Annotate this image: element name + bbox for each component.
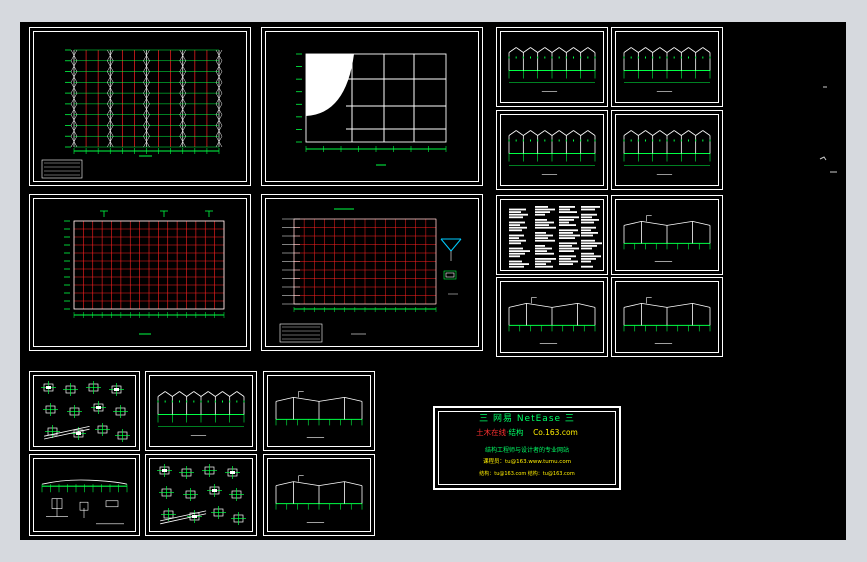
sheet-details-1[interactable]	[29, 371, 140, 451]
sheet-red-grid-detail[interactable]	[261, 194, 483, 351]
stamp-domain-text: Co.163.com	[533, 428, 578, 437]
sheet-section-2[interactable]	[496, 277, 608, 357]
elevation-drawing	[508, 130, 596, 175]
details-drawing	[157, 464, 246, 525]
sheet-section-1[interactable]	[611, 195, 723, 275]
section-drawing	[623, 215, 711, 262]
sheet-section-3[interactable]	[611, 277, 723, 357]
sheet-elevation-4[interactable]	[611, 110, 723, 190]
sheet-elevation-2[interactable]	[611, 27, 723, 107]
stamp-red-text: 土木在线·	[476, 428, 509, 437]
sheet-section-4[interactable]	[263, 371, 375, 451]
stamp-contact-2: 结构：tu@163.com 结构：tu@163.com	[479, 471, 575, 477]
sheet-elevation-1[interactable]	[496, 27, 608, 107]
section-drawing	[275, 391, 363, 438]
elevation-drawing	[623, 47, 711, 92]
stamp-subtitle: 土木在线·结构 Co.163.com	[435, 427, 619, 438]
sheet-notes[interactable]	[496, 195, 608, 275]
elevation-drawing	[157, 391, 245, 436]
sheet-section-5[interactable]	[263, 454, 375, 536]
notes-drawing	[509, 206, 602, 268]
sheet-red-grid-plan[interactable]	[29, 194, 251, 351]
red-grid-plan-drawing	[64, 210, 225, 335]
sheet-elevation-3[interactable]	[496, 110, 608, 190]
details-drawing	[41, 381, 130, 442]
truss-plan-drawing	[41, 49, 223, 179]
sheet-floor-plan[interactable]	[261, 27, 483, 186]
sheet-elevation-5[interactable]	[145, 371, 257, 451]
section-drawing	[275, 475, 363, 523]
netease-stamp: 三 网易 NetEase 三 土木在线·结构 Co.163.com 结构工程师与…	[433, 406, 621, 490]
elevation-drawing	[508, 47, 596, 92]
stamp-green-text: 结构	[508, 428, 524, 437]
stamp-contact-1: 课程员：tu@163.www.tumu.com	[482, 459, 572, 465]
side-marks	[819, 86, 837, 173]
sheet-truss-plan[interactable]	[29, 27, 251, 186]
stamp-slogan: 结构工程师与设计者的专业网站	[484, 447, 569, 454]
drawing-canvas[interactable]: 三 网易 NetEase 三 土木在线·结构 Co.163.com 结构工程师与…	[20, 22, 846, 540]
floor-plan-drawing	[296, 53, 447, 166]
sheet-ground-elevation[interactable]	[29, 454, 140, 536]
ground-elevation-drawing	[41, 479, 128, 525]
red-grid-detail-drawing	[279, 208, 462, 343]
elevation-drawing	[623, 130, 711, 175]
stamp-title: 三 网易 NetEase 三	[479, 414, 575, 424]
sheet-details-2[interactable]	[145, 454, 257, 536]
section-drawing	[508, 297, 596, 344]
section-drawing	[623, 297, 711, 344]
